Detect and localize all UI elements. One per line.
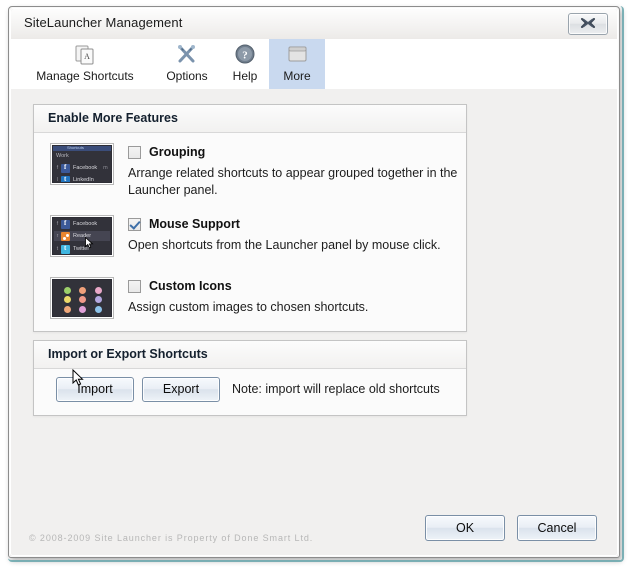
title-bar: SiteLauncher Management bbox=[11, 9, 617, 39]
mini-entry: r Reader bbox=[54, 231, 110, 241]
import-note: Note: import will replace old shortcuts bbox=[232, 382, 440, 396]
dot bbox=[79, 296, 87, 304]
dialog-window: SiteLauncher Management A Manage Shortcu… bbox=[8, 6, 620, 558]
dot bbox=[79, 305, 87, 313]
cancel-button[interactable]: Cancel bbox=[517, 515, 597, 541]
import-button[interactable]: Import bbox=[56, 377, 134, 402]
dot bbox=[94, 287, 102, 295]
reader-favicon bbox=[61, 231, 70, 241]
feature-description: Arrange related shortcuts to appear grou… bbox=[128, 166, 458, 197]
tab-label: Options bbox=[166, 69, 208, 83]
mouse-support-checkbox[interactable] bbox=[128, 217, 141, 231]
feature-text-grouping: Grouping Arrange related shortcuts to ap… bbox=[128, 143, 458, 199]
tab-label: Help bbox=[232, 69, 258, 83]
dot bbox=[64, 296, 72, 304]
facebook-favicon bbox=[61, 219, 70, 229]
documents-icon: A bbox=[72, 43, 98, 67]
group-header: Import or Export Shortcuts bbox=[34, 341, 466, 369]
custom-icons-thumbnail bbox=[50, 277, 114, 319]
feature-row-mouse-support: f Facebook r Reader t Twitter bbox=[50, 215, 441, 257]
feature-row-custom-icons: Custom Icons Assign custom images to cho… bbox=[50, 277, 368, 319]
dot bbox=[94, 305, 102, 313]
mini-entry-key-hint: m bbox=[103, 165, 108, 171]
dot bbox=[94, 296, 102, 304]
window-title: SiteLauncher Management bbox=[24, 15, 183, 30]
mini-entry-key: t bbox=[56, 246, 59, 252]
linkedin-favicon bbox=[61, 175, 70, 182]
mini-entry-label: Facebook bbox=[73, 221, 98, 227]
icon-dot-grid bbox=[60, 286, 106, 314]
mini-group-label: Work bbox=[56, 153, 69, 159]
mini-entry: l LinkedIn bbox=[54, 175, 110, 182]
group-header: Enable More Features bbox=[34, 105, 466, 133]
mini-entry-key: f bbox=[56, 221, 59, 227]
facebook-favicon bbox=[61, 163, 70, 173]
window-panel-icon bbox=[284, 43, 310, 67]
tools-icon bbox=[174, 43, 200, 67]
dot bbox=[64, 305, 72, 313]
mini-entry: f Facebook bbox=[54, 219, 110, 229]
tab-manage-shortcuts[interactable]: A Manage Shortcuts bbox=[17, 39, 153, 89]
tab-more[interactable]: More bbox=[269, 39, 325, 89]
mini-entry-key: f bbox=[56, 165, 59, 171]
enable-more-features-group: Enable More Features Shortcuts Work f Fa… bbox=[33, 104, 467, 332]
feature-name: Mouse Support bbox=[149, 217, 240, 231]
feature-text-custom-icons: Custom Icons Assign custom images to cho… bbox=[128, 277, 368, 316]
tab-label: More bbox=[283, 69, 311, 83]
export-button[interactable]: Export bbox=[142, 377, 220, 402]
tab-label: Manage Shortcuts bbox=[36, 69, 134, 83]
question-circle-icon: ? bbox=[232, 43, 258, 67]
mini-entry: f Facebook m bbox=[54, 163, 110, 173]
feature-name: Custom Icons bbox=[149, 279, 232, 293]
mini-entry: t Twitter bbox=[54, 244, 110, 254]
close-button[interactable] bbox=[568, 13, 608, 35]
svg-text:?: ? bbox=[242, 50, 248, 62]
dot bbox=[79, 287, 87, 295]
feature-name: Grouping bbox=[149, 145, 206, 159]
tab-help[interactable]: ? Help bbox=[221, 39, 269, 89]
feature-row-grouping: Shortcuts Work f Facebook m l LinkedIn bbox=[50, 143, 458, 199]
svg-text:A: A bbox=[84, 52, 90, 61]
feature-text-mouse-support: Mouse Support Open shortcuts from the La… bbox=[128, 215, 441, 254]
dot bbox=[64, 287, 72, 295]
feature-description: Assign custom images to chosen shortcuts… bbox=[128, 300, 369, 314]
mouse-cursor-icon bbox=[85, 237, 94, 249]
ok-button[interactable]: OK bbox=[425, 515, 505, 541]
close-icon bbox=[581, 18, 595, 28]
feature-description: Open shortcuts from the Launcher panel b… bbox=[128, 238, 441, 252]
toolbar: A Manage Shortcuts Options ? Help More bbox=[11, 39, 617, 90]
mini-panel-header: Shortcuts bbox=[53, 146, 111, 151]
tab-options[interactable]: Options bbox=[153, 39, 221, 89]
grouping-checkbox[interactable] bbox=[128, 145, 141, 159]
mini-entry-key: r bbox=[56, 233, 59, 239]
mini-entry-label: LinkedIn bbox=[73, 177, 94, 182]
mouse-support-thumbnail: f Facebook r Reader t Twitter bbox=[50, 215, 114, 257]
dialog-content: Enable More Features Shortcuts Work f Fa… bbox=[11, 89, 617, 555]
mini-entry-key: l bbox=[56, 177, 59, 182]
custom-icons-checkbox[interactable] bbox=[128, 279, 141, 293]
copyright-text: © 2008-2009 Site Launcher is Property of… bbox=[29, 533, 314, 543]
import-export-group: Import or Export Shortcuts Import Export… bbox=[33, 340, 467, 416]
twitter-favicon bbox=[61, 244, 70, 254]
grouping-thumbnail: Shortcuts Work f Facebook m l LinkedIn bbox=[50, 143, 114, 185]
mini-entry-label: Facebook bbox=[73, 165, 98, 171]
